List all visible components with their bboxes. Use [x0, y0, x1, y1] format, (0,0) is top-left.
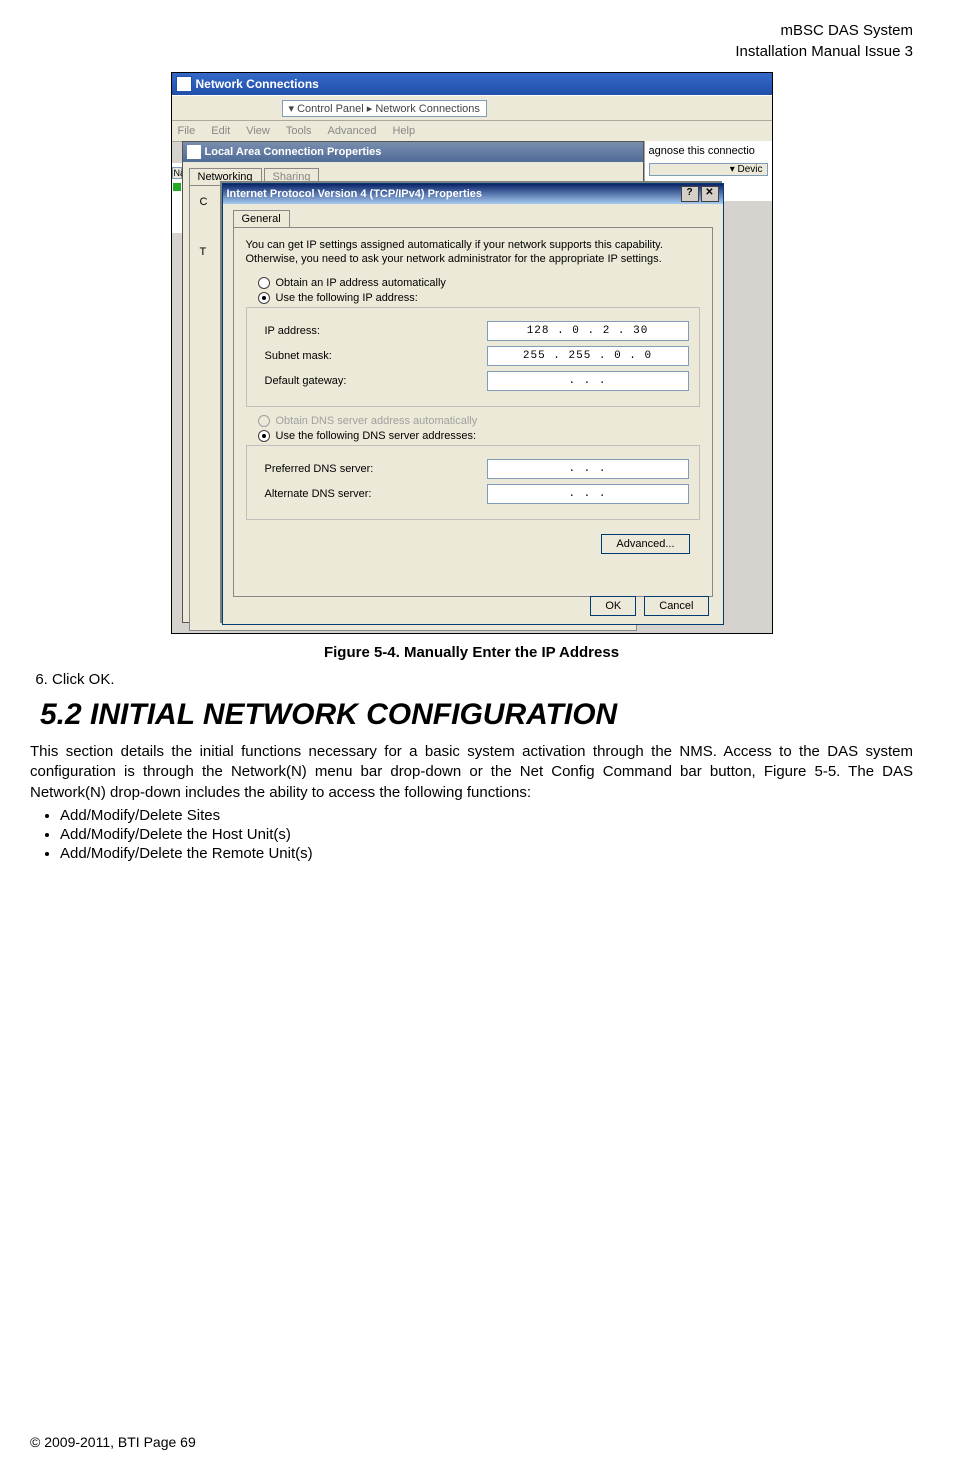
lac-titlebar: Local Area Connection Properties	[183, 142, 643, 162]
pref-dns-label: Preferred DNS server:	[265, 463, 487, 475]
pref-dns-input[interactable]: . . .	[487, 459, 689, 479]
ip-fieldset: IP address: 128 . 0 . 2 . 30 Subnet mask…	[246, 307, 700, 407]
radio-icon	[258, 415, 270, 427]
figure-caption: Figure 5-4. Manually Enter the IP Addres…	[30, 644, 913, 661]
section-paragraph: This section details the initial functio…	[30, 742, 913, 803]
header-line2: Installation Manual Issue 3	[30, 41, 913, 62]
step-list: Click OK.	[30, 671, 913, 688]
lac-title-text: Local Area Connection Properties	[205, 146, 382, 158]
nc-address-toolbar: ▾ Control Panel ▸ Network Connections	[172, 95, 772, 121]
device-dropdown[interactable]: ▾ Devic	[649, 163, 768, 176]
alt-dns-input[interactable]: . . .	[487, 484, 689, 504]
dns-fieldset: Preferred DNS server: . . . Alternate DN…	[246, 445, 700, 520]
ipv4-info-text: You can get IP settings assigned automat…	[246, 238, 700, 267]
radio-icon[interactable]	[258, 277, 270, 289]
radio-use-dns[interactable]: Use the following DNS server addresses:	[258, 430, 700, 442]
menu-view[interactable]: View	[246, 125, 270, 137]
alt-dns-label: Alternate DNS server:	[265, 488, 487, 500]
close-button[interactable]: ✕	[701, 186, 719, 202]
radio-auto-dns: Obtain DNS server address automatically	[258, 415, 700, 427]
ipv4-tabs: General	[233, 210, 713, 227]
radio-icon[interactable]	[258, 292, 270, 304]
default-gateway-input[interactable]: . . .	[487, 371, 689, 391]
bullet-3: Add/Modify/Delete the Remote Unit(s)	[60, 845, 913, 862]
radio-icon[interactable]	[258, 430, 270, 442]
radio-auto-ip[interactable]: Obtain an IP address automatically	[258, 277, 700, 289]
nc-titlebar: Network Connections	[172, 73, 772, 95]
step-6: Click OK.	[52, 671, 913, 688]
ipv4-titlebar: Internet Protocol Version 4 (TCP/IPv4) P…	[223, 184, 723, 204]
bullet-2: Add/Modify/Delete the Host Unit(s)	[60, 826, 913, 843]
lac-t-label: T	[200, 246, 207, 258]
ip-address-input[interactable]: 128 . 0 . 2 . 30	[487, 321, 689, 341]
page-footer: © 2009‑2011, BTI Page 69	[30, 1434, 196, 1450]
tab-general[interactable]: General	[233, 210, 290, 227]
ip-address-label: IP address:	[265, 325, 487, 337]
radio-use-dns-label: Use the following DNS server addresses:	[276, 430, 477, 442]
ipv4-panel: You can get IP settings assigned automat…	[233, 227, 713, 597]
ipv4-window: Internet Protocol Version 4 (TCP/IPv4) P…	[222, 183, 724, 625]
radio-auto-dns-label: Obtain DNS server address automatically	[276, 415, 478, 427]
help-button[interactable]: ?	[681, 186, 699, 202]
lac-icon	[187, 145, 201, 159]
nc-menubar[interactable]: File Edit View Tools Advanced Help	[172, 121, 772, 142]
connection-icon	[173, 183, 181, 191]
menu-advanced[interactable]: Advanced	[328, 125, 377, 137]
nav-label: Na	[172, 167, 182, 179]
radio-use-ip[interactable]: Use the following IP address:	[258, 292, 700, 304]
menu-edit[interactable]: Edit	[211, 125, 230, 137]
lac-c-label: C	[200, 196, 208, 208]
menu-tools[interactable]: Tools	[286, 125, 312, 137]
subnet-mask-input[interactable]: 255 . 255 . 0 . 0	[487, 346, 689, 366]
nc-title: Network Connections	[196, 77, 319, 91]
radio-use-ip-label: Use the following IP address:	[276, 292, 418, 304]
default-gateway-label: Default gateway:	[265, 375, 487, 387]
ipv4-title-text: Internet Protocol Version 4 (TCP/IPv4) P…	[227, 188, 483, 200]
bullet-1: Add/Modify/Delete Sites	[60, 807, 913, 824]
subnet-mask-label: Subnet mask:	[265, 350, 487, 362]
window-icon	[176, 76, 192, 92]
screenshot-figure: Network Connections ▾ Control Panel ▸ Ne…	[171, 72, 773, 634]
radio-auto-ip-label: Obtain an IP address automatically	[276, 277, 446, 289]
advanced-button[interactable]: Advanced...	[601, 534, 689, 554]
diagnose-text: agnose this connectio	[649, 145, 768, 157]
ok-button[interactable]: OK	[590, 596, 636, 616]
function-bullets: Add/Modify/Delete Sites Add/Modify/Delet…	[60, 807, 913, 862]
breadcrumb[interactable]: ▾ Control Panel ▸ Network Connections	[282, 100, 487, 117]
cancel-button[interactable]: Cancel	[644, 596, 708, 616]
header-line1: mBSC DAS System	[30, 20, 913, 41]
page-header: mBSC DAS System Installation Manual Issu…	[30, 20, 913, 62]
section-heading: 5.2 INITIAL NETWORK CONFIGURATION	[40, 698, 913, 732]
menu-file[interactable]: File	[178, 125, 196, 137]
menu-help[interactable]: Help	[392, 125, 415, 137]
